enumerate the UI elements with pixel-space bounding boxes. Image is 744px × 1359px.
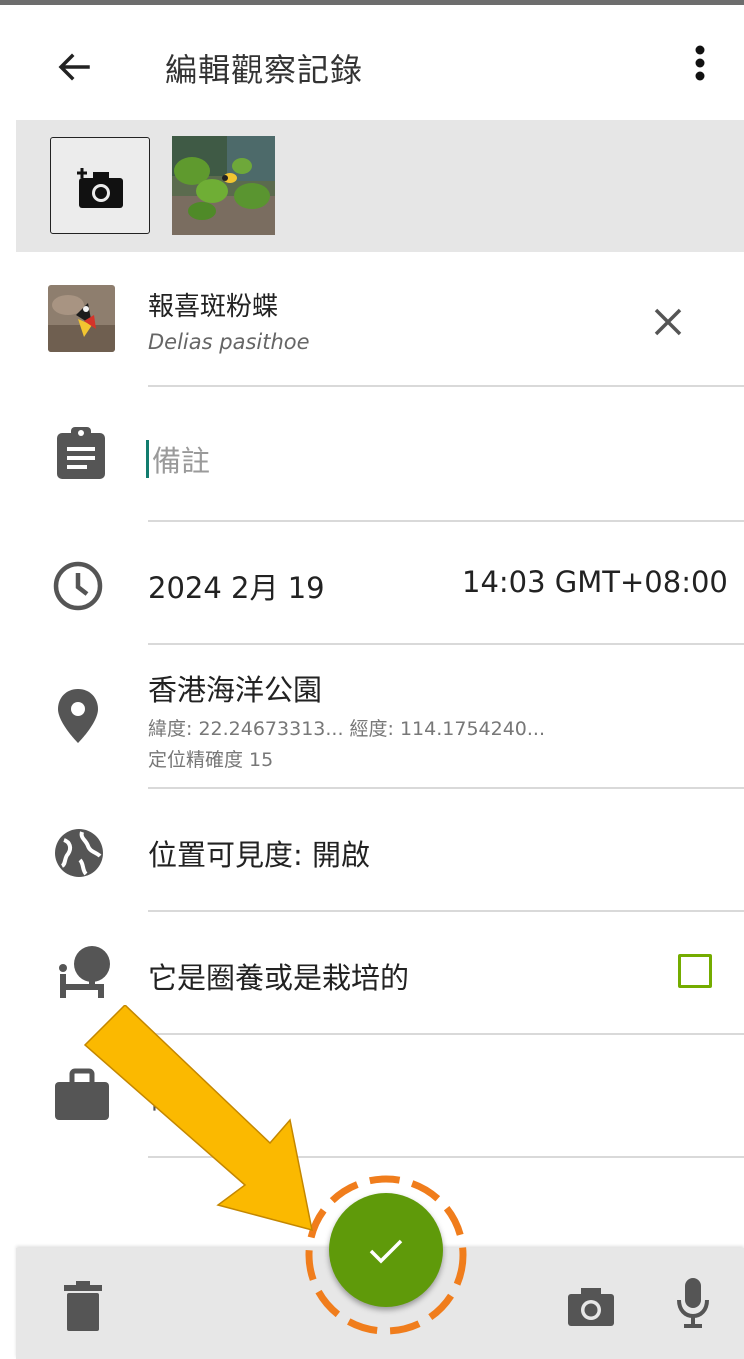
app-bar: 編輯觀察記錄 <box>0 5 744 120</box>
globe-icon <box>52 826 106 884</box>
text-cursor <box>146 440 149 478</box>
observation-time[interactable]: 14:03 GMT+08:00 <box>462 565 728 599</box>
add-photo-button[interactable] <box>50 137 150 234</box>
annotation-arrow <box>83 1005 313 1232</box>
taxon-common-name[interactable]: 報喜斑粉蝶 <box>148 286 278 323</box>
divider <box>148 385 744 387</box>
captive-label: 它是圈養或是栽培的 <box>148 961 410 995</box>
clock-icon <box>52 560 104 616</box>
location-coordinates: 緯度: 22.24673313... 經度: 114.1754240... <box>148 718 546 740</box>
observation-date[interactable]: 2024 2月 19 <box>148 565 325 607</box>
divider <box>148 643 744 645</box>
close-icon[interactable] <box>648 302 688 342</box>
taxon-scientific-name[interactable]: Delias pasithoe <box>148 330 310 354</box>
taxon-photo <box>48 285 115 352</box>
notes-input[interactable]: 備註 <box>146 436 706 480</box>
camera-icon[interactable] <box>568 1286 614 1330</box>
divider <box>148 787 744 789</box>
add-camera-icon <box>77 168 123 208</box>
back-arrow-icon[interactable] <box>52 45 96 89</box>
location-name[interactable]: 香港海洋公園 <box>148 667 322 709</box>
captive-plant-icon <box>50 944 114 1004</box>
captive-checkbox[interactable] <box>678 954 712 988</box>
divider <box>148 910 744 912</box>
location-pin-icon <box>56 687 100 749</box>
notes-placeholder: 備註 <box>152 444 211 478</box>
observation-photo-thumbnail[interactable] <box>172 136 275 235</box>
divider <box>148 520 744 522</box>
more-options-icon[interactable] <box>680 41 720 91</box>
location-visibility[interactable]: 位置可見度: 開啟 <box>148 832 370 874</box>
trash-icon[interactable] <box>64 1281 102 1335</box>
page-title: 編輯觀察記錄 <box>165 51 364 89</box>
location-accuracy: 定位精確度 15 <box>148 749 274 771</box>
microphone-icon[interactable] <box>676 1276 710 1334</box>
clipboard-icon <box>55 425 107 485</box>
